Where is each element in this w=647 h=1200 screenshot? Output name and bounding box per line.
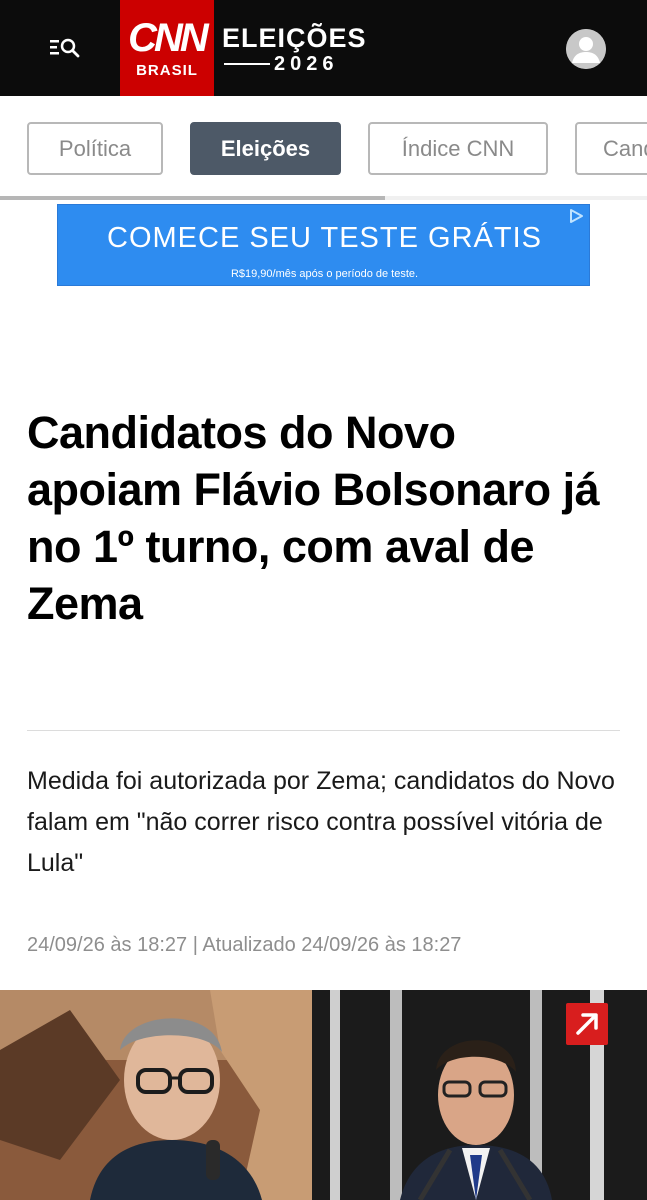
top-header: CNN BRASIL ELEIÇÕES 2026 [0, 0, 647, 96]
article-headline: Candidatos do Novo apoiam Flávio Bolsona… [27, 407, 600, 629]
tab-candidatos[interactable]: Candidatos [575, 122, 647, 175]
menu-search-icon[interactable] [44, 30, 88, 66]
cnn-brasil-logo[interactable]: CNN BRASIL [120, 0, 214, 96]
tab-politica[interactable]: Política [27, 122, 163, 175]
tab-indice-cnn[interactable]: Índice CNN [368, 122, 548, 175]
ad-choices-icon[interactable] [567, 207, 585, 225]
section-year-rule [224, 63, 270, 65]
tab-eleicoes[interactable]: Eleições [190, 122, 341, 175]
ad-subtitle: R$19,90/mês após o período de teste. [230, 268, 419, 280]
category-nav: Política Eleições Índice CNN Candidatos [0, 96, 647, 204]
section-year: 2026 [274, 53, 339, 75]
section-year-row: 2026 [222, 53, 372, 75]
ad-banner[interactable]: COMECE SEU TESTE GRÁTIS R$19,90/mês após… [57, 204, 590, 286]
logo-subtext: BRASIL [136, 62, 198, 79]
expand-arrow-icon[interactable] [566, 1003, 608, 1045]
article-subheadline: Medida foi autorizada por Zema; candidat… [27, 767, 615, 877]
headline-divider [27, 730, 620, 731]
user-avatar-icon[interactable] [566, 29, 606, 69]
section-title[interactable]: ELEIÇÕES [222, 24, 367, 52]
nav-scroll-thumb[interactable] [0, 196, 385, 200]
logo-text: CNN [128, 16, 209, 60]
ad-title: COMECE SEU TESTE GRÁTIS [107, 222, 542, 254]
article-dateline: 24/09/26 às 18:27 | Atualizado 24/09/26 … [27, 934, 462, 956]
nav-scrollbar[interactable] [0, 196, 647, 200]
article-photo[interactable] [0, 990, 647, 1200]
